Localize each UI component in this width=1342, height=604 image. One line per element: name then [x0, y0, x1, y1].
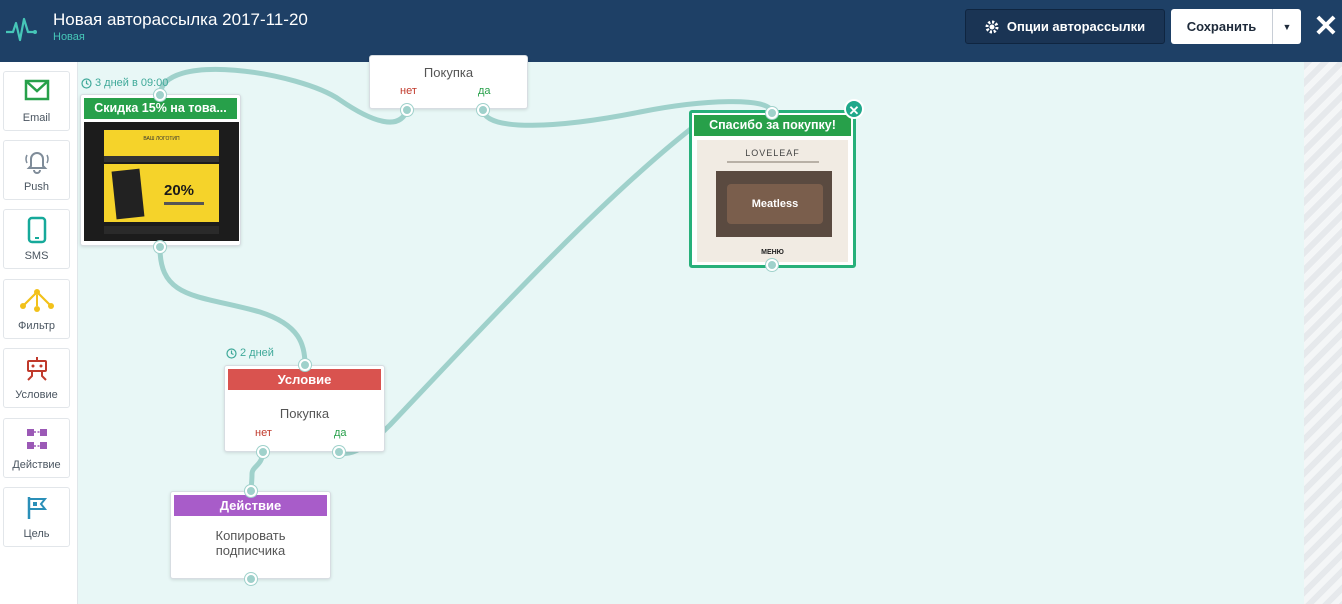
input-port[interactable]: [154, 89, 166, 101]
phone-icon: [27, 216, 46, 244]
input-port[interactable]: [245, 485, 257, 497]
delay-text: 2 дней: [240, 347, 274, 359]
input-port[interactable]: [299, 359, 311, 371]
page-title: Новая авторассылка 2017-11-20: [53, 10, 308, 29]
action-node-body-line1: Копировать: [215, 528, 286, 543]
save-dropdown-button[interactable]: ▼: [1273, 9, 1301, 44]
delay-text: 3 дней в 09:00: [95, 77, 169, 89]
palette-item-label: Условие: [15, 389, 58, 401]
input-port[interactable]: [766, 107, 778, 119]
output-port-yes[interactable]: [477, 104, 489, 116]
delay-label: 2 дней: [226, 347, 274, 359]
action-node-title: Действие: [174, 495, 327, 516]
delay-label: 3 дней в 09:00: [81, 77, 168, 89]
status-label: Новая: [53, 31, 85, 43]
thumb-logo-text: ВАШ ЛОГОТИП: [143, 136, 180, 142]
thumb-hero-text: Meatless: [751, 198, 799, 210]
palette-item-condition[interactable]: Условие: [3, 348, 70, 408]
thumb-brand-text: LOVELEAF: [745, 148, 800, 158]
output-port-no[interactable]: [257, 446, 269, 458]
action-icon: [26, 429, 47, 449]
output-port[interactable]: [154, 241, 166, 253]
output-port-no[interactable]: [401, 104, 413, 116]
palette-item-label: Push: [23, 181, 50, 193]
email-preview-thumbnail: ВАШ ЛОГОТИП 20%: [84, 122, 239, 241]
email-node-discount[interactable]: Скидка 15% на това... ВАШ ЛОГОТИП 20%: [80, 94, 241, 246]
save-button-group: Сохранить ▼: [1171, 9, 1301, 44]
flag-icon: [27, 497, 47, 519]
email-node-title: Скидка 15% на това...: [84, 98, 237, 119]
output-port[interactable]: [766, 259, 778, 271]
clock-icon: [226, 347, 237, 359]
palette-item-label: Email: [22, 112, 51, 124]
email-preview-thumbnail: LOVELEAF Meatless МЕНЮ: [697, 140, 848, 262]
palette-item-goal[interactable]: Цель: [3, 487, 70, 547]
palette-item-action[interactable]: Действие: [3, 418, 70, 478]
gear-icon: [985, 20, 999, 33]
condition-yes-label: да: [478, 85, 491, 97]
thumb-menu-text: МЕНЮ: [761, 249, 784, 256]
palette-item-label: Фильтр: [18, 320, 55, 332]
palette-item-label: Действие: [12, 459, 61, 471]
top-bar: Новая авторассылка 2017-11-20 Новая Опци…: [0, 0, 1342, 62]
palette-item-sms[interactable]: SMS: [3, 209, 70, 269]
palette-item-filter[interactable]: Фильтр: [3, 279, 70, 339]
clock-icon: [81, 77, 92, 89]
connector-cond2-yes-to-email2: [336, 125, 695, 456]
condition-icon: [26, 357, 47, 381]
condition-node[interactable]: Условие Покупка нет да: [224, 365, 385, 452]
element-palette: Email Push SMS Фильтр Условие Действие Ц…: [0, 62, 78, 604]
palette-item-email[interactable]: Email: [3, 71, 70, 131]
campaign-options-button[interactable]: Опции авторассылки: [965, 9, 1165, 44]
condition-no-label: нет: [400, 85, 417, 97]
action-node-body-line2: подписчика: [215, 543, 286, 558]
condition-node-top[interactable]: Покупка нет да: [369, 55, 528, 109]
condition-yes-label: да: [334, 427, 347, 439]
condition-node-title: Условие: [228, 369, 381, 390]
output-port[interactable]: [245, 573, 257, 585]
palette-item-label: Цель: [23, 528, 50, 540]
condition-no-label: нет: [255, 427, 272, 439]
save-button[interactable]: Сохранить: [1171, 9, 1273, 44]
filter-icon: [19, 289, 54, 312]
campaign-options-label: Опции авторассылки: [1006, 19, 1146, 34]
remove-node-icon[interactable]: ✕: [844, 99, 864, 119]
caret-down-icon: ▼: [1282, 21, 1292, 32]
output-port-yes[interactable]: [333, 446, 345, 458]
palette-item-label: SMS: [24, 250, 49, 262]
thumb-percent-text: 20%: [164, 182, 195, 199]
close-icon[interactable]: ✕: [1313, 12, 1339, 42]
palette-item-push[interactable]: Push: [3, 140, 70, 200]
canvas-edge-stripes: [1304, 62, 1342, 604]
action-node[interactable]: Действие Копировать подписчика: [170, 491, 331, 579]
bell-icon: [24, 152, 49, 174]
email-node-thanks[interactable]: Спасибо за покупку! LOVELEAF Meatless МЕ…: [689, 110, 856, 268]
condition-node-body: Покупка: [423, 65, 474, 80]
envelope-icon: [24, 79, 49, 101]
pulse-logo-icon: [6, 17, 37, 42]
condition-node-body: Покупка: [279, 406, 330, 421]
